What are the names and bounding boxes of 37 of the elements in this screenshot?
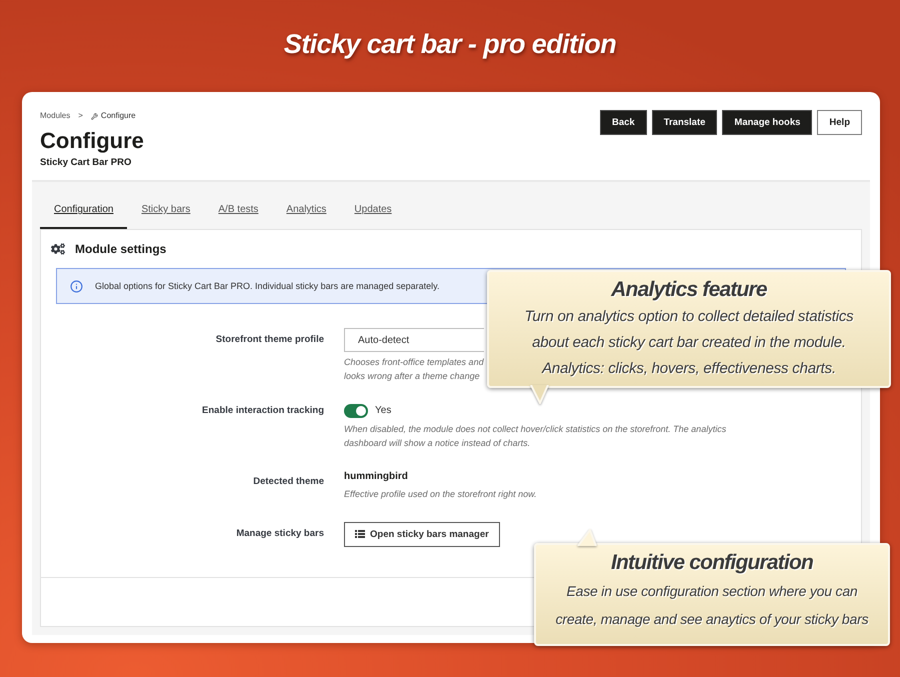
toolbar-button[interactable]: Manage hooks xyxy=(722,110,812,135)
info-icon xyxy=(70,280,83,292)
field-label: Storefront theme profile xyxy=(216,333,324,347)
page-subtitle: Sticky Cart Bar PRO xyxy=(40,156,132,170)
toolbar-button[interactable]: Back xyxy=(600,110,647,135)
toolbar-button[interactable]: Help xyxy=(817,110,862,135)
list-icon xyxy=(355,530,365,538)
field-label: Detected theme xyxy=(253,475,324,489)
help-text: Chooses front-office templates and xyxy=(344,356,484,369)
field-label: Enable interaction tracking xyxy=(202,404,324,418)
select-field[interactable]: Auto-detect xyxy=(344,328,484,352)
gears-icon xyxy=(51,242,65,256)
tab[interactable]: Sticky bars xyxy=(127,193,204,229)
value-text: hummingbird xyxy=(344,470,408,484)
bubble-text: Ease in use configuration section where you can create, manage and see anaytics of your sticky bars xyxy=(554,582,870,629)
alert-text: Global options for Sticky Cart Bar PRO. Individual sticky bars are managed separately. xyxy=(95,280,440,293)
help-text: Effective profile used on the storefront right now. xyxy=(344,488,537,501)
tab[interactable]: A/B tests xyxy=(204,193,272,229)
tab[interactable]: Updates xyxy=(340,193,406,229)
breadcrumb-link[interactable]: Modules xyxy=(40,110,70,122)
banner-title: Sticky cart bar - pro edition xyxy=(284,28,616,61)
tab[interactable]: Analytics xyxy=(272,193,340,229)
wrench-icon xyxy=(90,112,98,120)
bubble-title: Analytics feature xyxy=(611,277,767,303)
breadcrumb-separator: > xyxy=(78,110,83,122)
toggle-label: Yes xyxy=(375,404,392,418)
manager-button[interactable]: Open sticky bars manager xyxy=(344,522,500,546)
toggle-switch[interactable] xyxy=(344,404,368,418)
breadcrumb-current: Configure xyxy=(100,110,136,122)
field-label: Manage sticky bars xyxy=(236,526,324,540)
page-title: Configure xyxy=(40,127,144,155)
bubble-title: Intuitive configuration xyxy=(610,550,814,576)
help-text: looks wrong after a theme change xyxy=(344,370,480,383)
toolbar-button[interactable]: Translate xyxy=(652,110,718,135)
bubble-text: Turn on analytics option to collect detailed statistics about each sticky cart bar created in the module. Analytics: clicks, hovers, effectiveness charts. xyxy=(524,307,854,379)
panel-title: Module settings xyxy=(75,241,166,257)
help-text: When disabled, the module does not collect hover/click statistics on the storefront. The analytics dashboard will show a notice instead of charts. xyxy=(344,423,728,450)
